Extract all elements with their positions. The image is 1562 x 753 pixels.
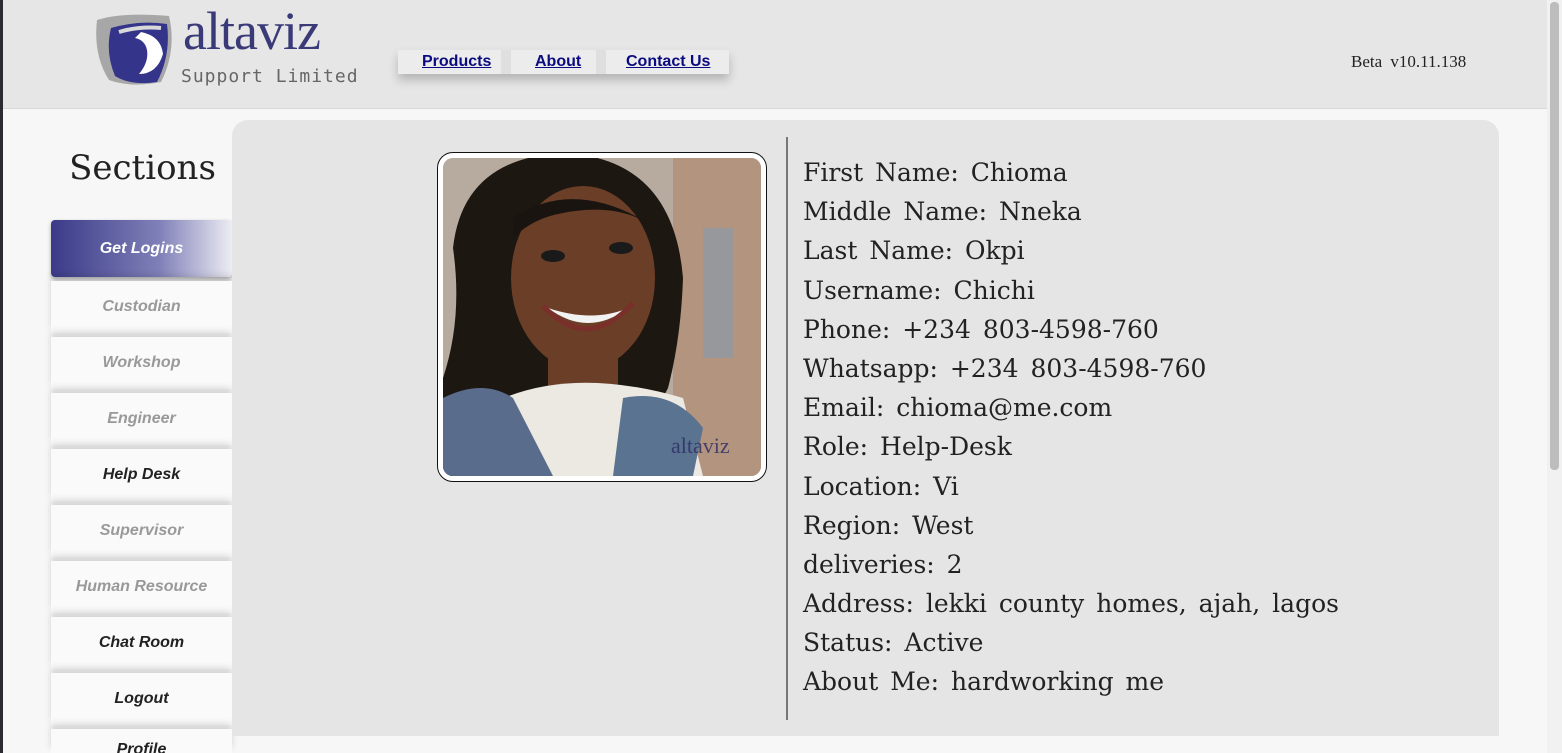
site-header: altaviz Support Limited Products About C… [3,0,1547,109]
field-deliveries: deliveries: 2 [803,549,963,579]
field-phone: Phone: +234 803-4598-760 [803,314,1159,344]
field-middle-name: Middle Name: Nneka [803,197,1082,227]
field-first-name: First Name: Chioma [803,158,1068,187]
sidebar-item-help-desk[interactable]: Help Desk [51,449,232,501]
portrait-image: altaviz [443,158,761,476]
photo-watermark: altaviz [671,433,730,458]
sidebar-item-supervisor[interactable]: Supervisor [51,505,232,557]
sidebar-item-chat-room[interactable]: Chat Room [51,617,232,669]
logo-mark-icon [96,14,172,85]
vertical-scrollbar[interactable] [1547,0,1562,753]
sidebar-item-custodian[interactable]: Custodian [51,281,232,333]
nav-link-about[interactable]: About [535,53,581,71]
scrollbar-thumb[interactable] [1550,2,1559,470]
window-edge [0,0,3,753]
profile-photo: altaviz [443,158,761,476]
field-username: Username: Chichi [803,275,1035,305]
profile-details: First Name: Chioma Middle Name: Nneka La… [803,153,1339,702]
logo-wordmark: altaviz [183,1,321,61]
version-label: Beta v10.11.138 [1351,52,1467,71]
company-logo[interactable]: altaviz Support Limited [91,4,361,90]
sidebar-item-human-resource[interactable]: Human Resource [51,561,232,613]
field-whatsapp: Whatsapp: +234 803-4598-760 [803,353,1207,383]
sidebar-item-engineer[interactable]: Engineer [51,393,232,445]
vertical-divider [786,137,788,720]
sidebar-item-get-logins[interactable]: Get Logins [51,220,232,277]
field-email: Email: chioma@me.com [803,393,1113,423]
nav-separator [501,50,511,74]
field-region: Region: West [803,510,974,540]
logo-subtitle: Support Limited [181,66,359,87]
field-status: Status: Active [803,628,984,658]
field-address: Address: lekki county homes, ajah, lagos [803,589,1339,619]
top-nav: Products About Contact Us [398,50,729,74]
field-location: Location: Vi [803,471,959,501]
sections-heading: Sections [69,148,216,188]
nav-link-products[interactable]: Products [422,53,491,71]
field-about-me: About Me: hardworking me [803,667,1165,697]
sidebar-item-workshop[interactable]: Workshop [51,337,232,389]
profile-photo-frame: altaviz [437,152,767,482]
field-last-name: Last Name: Okpi [803,236,1025,266]
nav-separator [596,50,606,74]
sidebar-item-profile[interactable]: Profile [51,729,232,753]
field-role: Role: Help-Desk [803,432,1012,462]
sidebar-item-logout[interactable]: Logout [51,673,232,725]
nav-link-contact[interactable]: Contact Us [626,53,710,71]
